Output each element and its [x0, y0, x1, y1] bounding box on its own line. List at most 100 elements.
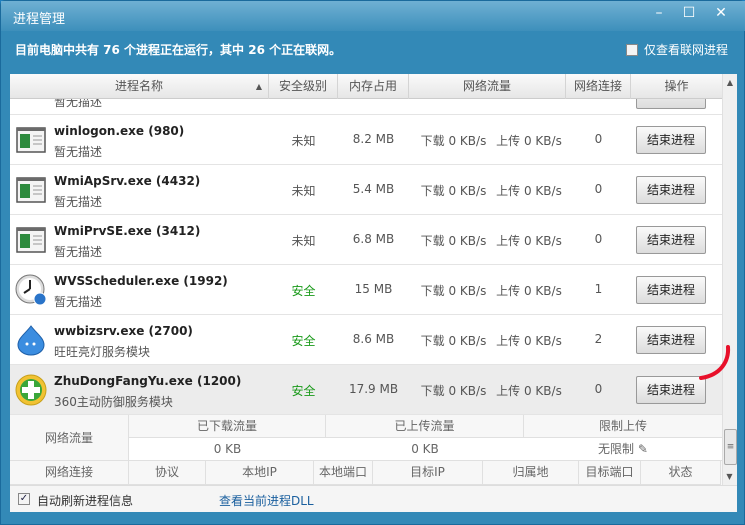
clock-icon [15, 274, 47, 306]
safety-level: 未知 [291, 234, 316, 248]
download-speed: 下载 0 KB/s [420, 284, 487, 298]
column-header-connections[interactable]: 网络连接 [566, 74, 631, 99]
process-name: wwbizsrv.exe (2700) [54, 324, 193, 338]
process-name: ZhuDongFangYu.exe (1200) [54, 374, 242, 388]
process-name: WVSScheduler.exe (1992) [54, 274, 228, 288]
window-icon [15, 174, 47, 206]
upload-speed: 上传 0 KB/s [496, 284, 562, 298]
table-row[interactable]: ZhuDongFangYu.exe (1200) 360主动防御服务模块 安全 … [10, 365, 722, 415]
only-network-label: 仅查看联网进程 [643, 43, 728, 57]
detail-panel: 网络流量 已下载流量 已上传流量 限制上传 0 KB 0 KB 无限制 ✎ 网络… [10, 415, 722, 485]
process-name: WmiPrvSE.exe (3412) [54, 224, 201, 238]
table-row[interactable]: winlogon.exe (980) 暂无描述 未知 8.2 MB 下载 0 K… [10, 115, 722, 165]
only-network-checkbox[interactable] [625, 43, 638, 56]
safety-level: 安全 [291, 284, 316, 298]
download-speed: 下载 0 KB/s [420, 234, 487, 248]
end-process-button[interactable]: 结束进程 [636, 126, 706, 154]
process-list-panel: 进程名称 ▲ 安全级别 内存占用 网络流量 网络连接 操作 暂无描述 winlog… [10, 74, 737, 512]
close-button[interactable]: ✕ [710, 5, 732, 21]
connection-column-header: 本地IP [206, 461, 314, 485]
connection-count: 0 [594, 382, 603, 396]
window-icon [15, 224, 47, 256]
auto-refresh-checkbox[interactable]: ✓ [18, 493, 30, 505]
download-speed: 下载 0 KB/s [420, 134, 487, 148]
edit-pencil-icon[interactable]: ✎ [638, 442, 648, 456]
upload-speed: 上传 0 KB/s [496, 134, 562, 148]
process-description: 暂无描述 [54, 195, 103, 209]
vertical-scrollbar[interactable]: ▲ ≡ ▼ [722, 74, 737, 485]
scrollbar-thumb[interactable]: ≡ [724, 429, 737, 465]
memory-usage: 17.9 MB [348, 382, 399, 396]
process-name: WmiApSrv.exe (4432) [54, 174, 201, 188]
process-pid: (3412) [156, 224, 201, 238]
view-dll-link[interactable]: 查看当前进程DLL [219, 492, 314, 509]
end-process-button[interactable]: 结束进程 [636, 176, 706, 204]
downloaded-label: 已下载流量 [129, 415, 326, 438]
process-description: 旺旺亮灯服务模块 [54, 345, 151, 359]
column-header-name[interactable]: 进程名称 ▲ [10, 74, 269, 99]
downloaded-value: 0 KB [129, 438, 326, 461]
safety-level: 未知 [291, 184, 316, 198]
end-process-button[interactable]: 结束进程 [636, 226, 706, 254]
process-pid: (980) [148, 124, 185, 138]
connection-column-header: 本地端口 [314, 461, 373, 485]
column-header-memory[interactable]: 内存占用 [338, 74, 409, 99]
maximize-button[interactable]: ☐ [678, 5, 700, 21]
only-network-toggle[interactable]: 仅查看联网进程 [625, 41, 728, 58]
scroll-up-arrow-icon[interactable]: ▲ [723, 78, 737, 87]
memory-usage: 15 MB [354, 282, 393, 296]
end-process-button[interactable]: 结束进程 [636, 276, 706, 304]
safety-level: 未知 [291, 134, 316, 148]
upload-speed: 上传 0 KB/s [496, 184, 562, 198]
memory-usage: 8.2 MB [352, 132, 395, 146]
connection-count: 0 [594, 232, 603, 246]
table-row[interactable]: WmiPrvSE.exe (3412) 暂无描述 未知 6.8 MB 下载 0 … [10, 215, 722, 265]
uploaded-label: 已上传流量 [326, 415, 524, 438]
connection-count: 1 [594, 282, 603, 296]
process-description: 暂无描述 [54, 245, 103, 259]
limit-upload-control[interactable]: 无限制 ✎ [524, 438, 722, 461]
minimize-button[interactable]: – [648, 5, 670, 21]
column-header-action: 操作 [664, 79, 689, 93]
window-icon [15, 124, 47, 156]
connection-column-header: 目标IP [373, 461, 483, 485]
table-row-partial[interactable]: 暂无描述 [10, 99, 722, 115]
memory-usage: 6.8 MB [352, 232, 395, 246]
process-manager-window: 进程管理 – ☐ ✕ 目前电脑中共有 76 个进程正在运行，其中 26 个正在联… [0, 0, 745, 525]
table-row[interactable]: wwbizsrv.exe (2700) 旺旺亮灯服务模块 安全 8.6 MB 下… [10, 315, 722, 365]
window-title: 进程管理 [13, 12, 66, 27]
upload-speed: 上传 0 KB/s [496, 234, 562, 248]
process-pid: (2700) [148, 324, 193, 338]
connection-column-header: 状态 [641, 461, 721, 485]
connection-count: 0 [594, 182, 603, 196]
connection-column-header: 协议 [129, 461, 206, 485]
download-speed: 下载 0 KB/s [420, 334, 487, 348]
scroll-down-arrow-icon[interactable]: ▼ [723, 472, 736, 481]
upload-speed: 上传 0 KB/s [496, 384, 562, 398]
safety-level: 安全 [291, 384, 316, 398]
process-pid: (1200) [196, 374, 242, 388]
sort-ascending-icon: ▲ [255, 82, 262, 91]
table-header: 进程名称 ▲ 安全级别 内存占用 网络流量 网络连接 操作 [10, 74, 722, 99]
red-annotation-stroke [699, 345, 731, 380]
table-row[interactable]: WmiApSrv.exe (4432) 暂无描述 未知 5.4 MB 下载 0 … [10, 165, 722, 215]
network-flow-label: 网络流量 [10, 415, 129, 461]
end-process-button[interactable] [636, 99, 706, 109]
network-connection-label: 网络连接 [10, 461, 129, 485]
memory-usage: 8.6 MB [352, 332, 395, 346]
limit-upload-label: 限制上传 [524, 415, 722, 438]
title-bar: 进程管理 – ☐ ✕ [1, 1, 745, 31]
connection-count: 0 [594, 132, 603, 146]
safety-level: 安全 [291, 334, 316, 348]
column-header-network[interactable]: 网络流量 [409, 74, 566, 99]
process-summary: 目前电脑中共有 76 个进程正在运行，其中 26 个正在联网。 [15, 43, 342, 57]
table-row[interactable]: WVSScheduler.exe (1992) 暂无描述 安全 15 MB 下载… [10, 265, 722, 315]
process-description: 暂无描述 [54, 99, 103, 109]
download-speed: 下载 0 KB/s [420, 384, 487, 398]
process-pid: (4432) [155, 174, 201, 188]
connection-column-header: 归属地 [483, 461, 579, 485]
column-label: 进程名称 [114, 79, 163, 93]
process-description: 暂无描述 [54, 295, 103, 309]
footer-bar: ✓ 自动刷新进程信息 查看当前进程DLL [10, 485, 737, 512]
column-header-safety[interactable]: 安全级别 [269, 74, 338, 99]
